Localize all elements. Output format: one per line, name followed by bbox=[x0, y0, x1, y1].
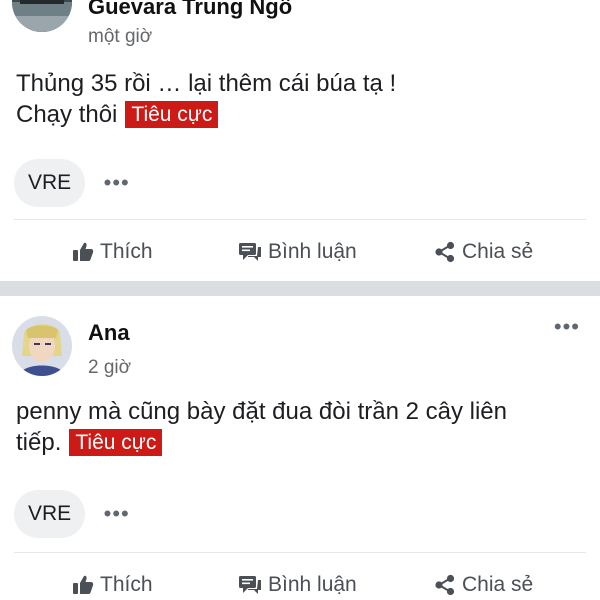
share-button[interactable]: Chia sẻ bbox=[434, 232, 533, 272]
ticker-chip[interactable]: VRE bbox=[14, 159, 86, 207]
ticker-row: VRE ••• bbox=[14, 490, 130, 538]
share-label: Chia sẻ bbox=[462, 573, 534, 596]
ticker-more-button[interactable]: ••• bbox=[104, 170, 130, 196]
author-avatar[interactable] bbox=[12, 316, 72, 376]
post-text-line: Thủng 35 rồi … lại thêm cái búa tạ ! bbox=[16, 70, 397, 97]
like-label: Thích bbox=[100, 240, 153, 263]
post-separator bbox=[0, 281, 600, 296]
post-text-line: penny mà cũng bày đặt đua đòi trần 2 cây… bbox=[16, 398, 507, 425]
comment-button[interactable]: Bình luận bbox=[238, 232, 357, 272]
divider bbox=[14, 552, 586, 553]
sentiment-tag: Tiêu cực bbox=[125, 101, 219, 128]
divider bbox=[14, 219, 586, 220]
post-text-line: Chạy thôi bbox=[16, 101, 118, 128]
thumbs-up-icon bbox=[72, 575, 94, 595]
comment-label: Bình luận bbox=[268, 240, 357, 263]
post-text: penny mà cũng bày đặt đua đòi trần 2 cây… bbox=[16, 396, 586, 458]
like-button[interactable]: Thích bbox=[72, 232, 153, 272]
post-actions: Thích Bình luận Chia sẻ bbox=[0, 565, 600, 600]
like-button[interactable]: Thích bbox=[72, 565, 153, 600]
like-label: Thích bbox=[100, 573, 153, 596]
ticker-row: VRE ••• bbox=[14, 159, 130, 207]
post-more-menu-button[interactable]: ••• bbox=[554, 316, 580, 338]
feed: Guevara Trung Ngô một giờ Thủng 35 rồi …… bbox=[0, 0, 600, 600]
comment-icon bbox=[238, 575, 262, 595]
post-time[interactable]: 2 giờ bbox=[88, 357, 131, 379]
share-icon bbox=[434, 241, 456, 263]
author-avatar[interactable] bbox=[12, 0, 72, 32]
comment-label: Bình luận bbox=[268, 573, 357, 596]
post: Ana 2 giờ ••• penny mà cũng bày đặt đua … bbox=[0, 296, 600, 600]
author-name[interactable]: Ana bbox=[88, 320, 130, 346]
thumbs-up-icon bbox=[72, 242, 94, 262]
share-icon bbox=[434, 574, 456, 596]
ticker-chip[interactable]: VRE bbox=[14, 490, 86, 538]
sentiment-tag: Tiêu cực bbox=[69, 429, 163, 456]
comment-icon bbox=[238, 242, 262, 262]
post-time[interactable]: một giờ bbox=[88, 26, 152, 48]
share-label: Chia sẻ bbox=[462, 240, 534, 263]
post-text: Thủng 35 rồi … lại thêm cái búa tạ ! Chạ… bbox=[16, 68, 586, 130]
post-text-line: tiếp. bbox=[16, 429, 62, 456]
post: Guevara Trung Ngô một giờ Thủng 35 rồi …… bbox=[0, 0, 600, 281]
post-actions: Thích Bình luận Chia sẻ bbox=[0, 232, 600, 272]
comment-button[interactable]: Bình luận bbox=[238, 565, 357, 600]
share-button[interactable]: Chia sẻ bbox=[434, 565, 533, 600]
author-name[interactable]: Guevara Trung Ngô bbox=[88, 0, 292, 20]
ticker-more-button[interactable]: ••• bbox=[104, 501, 130, 527]
